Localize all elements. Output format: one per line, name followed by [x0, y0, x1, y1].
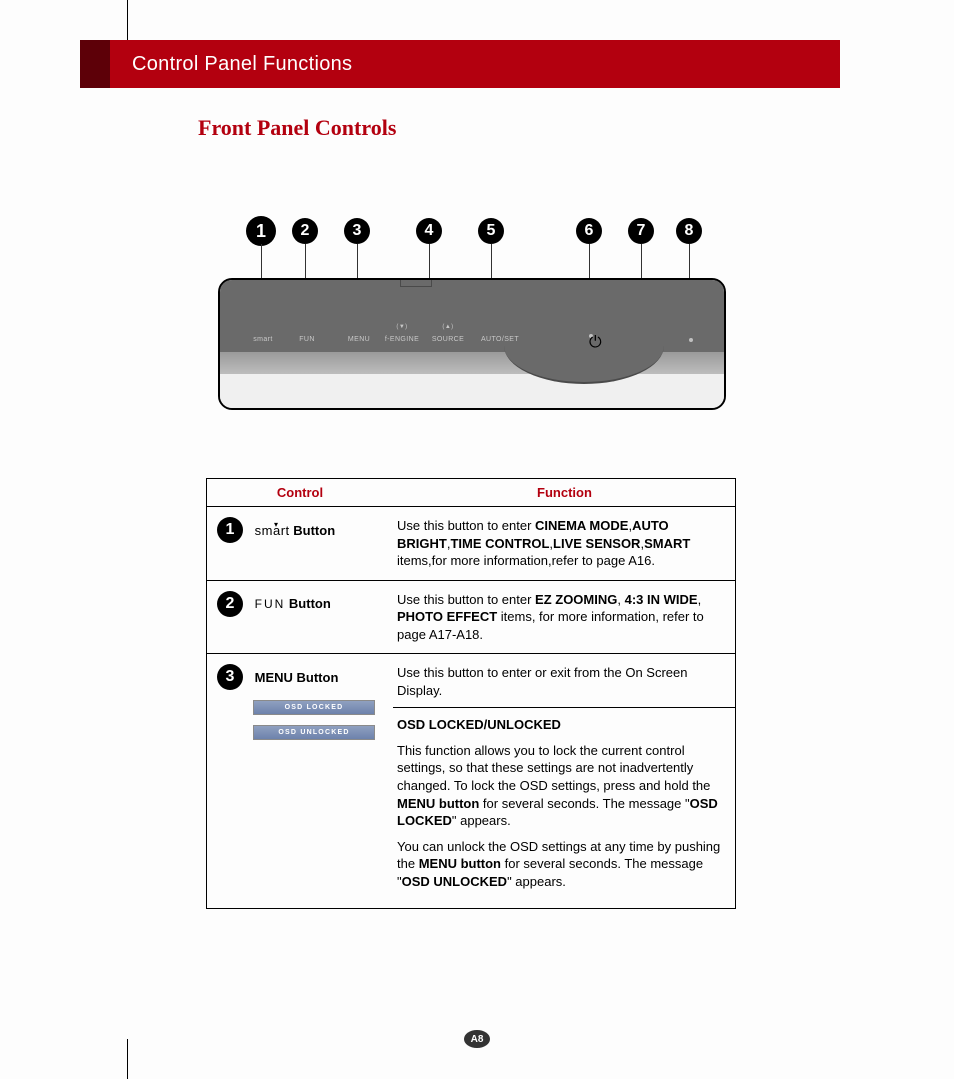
header-accent [80, 40, 110, 88]
fun-text: FUN [255, 597, 286, 611]
cell-function-2: Use this button to enter EZ ZOOMING, 4:3… [393, 581, 735, 654]
r1-b3: TIME CONTROL [450, 536, 549, 551]
r3-p3: You can unlock the OSD settings at any t… [397, 838, 723, 891]
smart-post: rt [281, 523, 290, 538]
r3-p2c: for several seconds. The message " [479, 796, 689, 811]
inner-divider [393, 707, 735, 708]
r2-s2: , [698, 592, 702, 607]
th-control: Control [207, 479, 393, 506]
r3-p3e: " appears. [507, 874, 566, 889]
smart-a: a▾ [273, 523, 281, 538]
r2-pre: Use this button to enter [397, 592, 535, 607]
header-title: Control Panel Functions [132, 53, 352, 76]
device-outline: smart FUN MENU (▼) f-ENGINE (▲) SOURCE A… [218, 278, 726, 410]
r1-b4: LIVE SENSOR [553, 536, 640, 551]
label-fengine: f-ENGINE [385, 336, 419, 343]
callout-2: 2 [292, 218, 318, 244]
r3-line1: Use this button to enter or exit from th… [397, 664, 723, 699]
r3-p2b: MENU button [397, 796, 479, 811]
r2-b2: 4:3 IN WIDE [625, 592, 698, 607]
osd-unlocked-badge: OSD UNLOCKED [253, 725, 375, 740]
r2-b3: PHOTO EFFECT [397, 609, 497, 624]
callout-3: 3 [344, 218, 370, 244]
r3-heading: OSD LOCKED/UNLOCKED [397, 716, 723, 734]
crop-mark-bottom [127, 1039, 128, 1079]
smart-pre: sm [255, 523, 273, 538]
smart-button-label: sma▾rt Button [255, 523, 336, 538]
label-fun: FUN [299, 336, 315, 343]
led-indicator [689, 338, 693, 342]
power-icon: ⏻ [589, 334, 593, 338]
th-function: Function [393, 479, 735, 506]
r1-pre: Use this button to enter [397, 518, 535, 533]
label-smart: smart [253, 336, 273, 343]
callout-5: 5 [478, 218, 504, 244]
r3-p2e: " appears. [452, 813, 511, 828]
row-number-3: 3 [217, 664, 243, 690]
device-notch [400, 280, 432, 287]
row-number-1: 1 [217, 517, 243, 543]
section-title: Front Panel Controls [198, 115, 396, 141]
smart-suffix: Button [290, 523, 335, 538]
r2-s1: , [617, 592, 624, 607]
label-menu: MENU [348, 336, 370, 343]
cell-function-3: Use this button to enter or exit from th… [393, 654, 735, 908]
cell-control-1: 1 sma▾rt Button [207, 507, 393, 580]
label-source: SOURCE [432, 336, 464, 343]
table-row: 3 MENU Button OSD LOCKED OSD UNLOCKED Us… [207, 654, 735, 908]
menu-button-label: MENU Button [255, 670, 339, 685]
osd-locked-badge: OSD LOCKED [253, 700, 375, 715]
r3-p2: This function allows you to lock the cur… [397, 742, 723, 830]
label-sub4: (▼) [396, 324, 407, 330]
header-bar: Control Panel Functions [80, 40, 840, 88]
label-sub5: (▲) [442, 324, 453, 330]
label-autoset: AUTO/SET [481, 336, 519, 343]
callout-1: 1 [246, 216, 276, 246]
controls-table: Control Function 1 sma▾rt Button Use thi… [206, 478, 736, 909]
page-number: A8 [464, 1030, 490, 1048]
table-row: 1 sma▾rt Button Use this button to enter… [207, 507, 735, 581]
r1-b5: SMART [644, 536, 690, 551]
fun-button-label: FUN Button [255, 596, 331, 611]
front-panel-diagram: 1 2 3 4 5 6 7 8 smart FUN [216, 200, 724, 410]
r3-p3d: OSD UNLOCKED [402, 874, 507, 889]
r1-b1: CINEMA MODE [535, 518, 628, 533]
table-row: 2 FUN Button Use this button to enter EZ… [207, 581, 735, 655]
device-bottom [220, 374, 724, 408]
crop-mark-top [127, 0, 128, 40]
callout-8: 8 [676, 218, 702, 244]
cell-control-3: 3 MENU Button OSD LOCKED OSD UNLOCKED [207, 654, 393, 908]
r1-post: items,for more information,refer to page… [397, 553, 655, 568]
fun-suffix: Button [285, 596, 330, 611]
page: Control Panel Functions Front Panel Cont… [0, 0, 954, 1079]
cell-control-2: 2 FUN Button [207, 581, 393, 654]
callout-row: 1 2 3 4 5 6 7 8 [216, 200, 724, 260]
r3-p2a: This function allows you to lock the cur… [397, 743, 710, 793]
cell-function-1: Use this button to enter CINEMA MODE,AUT… [393, 507, 735, 580]
r2-b1: EZ ZOOMING [535, 592, 617, 607]
callout-7: 7 [628, 218, 654, 244]
callout-4: 4 [416, 218, 442, 244]
table-header: Control Function [207, 479, 735, 507]
r3-p3b: MENU button [419, 856, 501, 871]
callout-6: 6 [576, 218, 602, 244]
row-number-2: 2 [217, 591, 243, 617]
